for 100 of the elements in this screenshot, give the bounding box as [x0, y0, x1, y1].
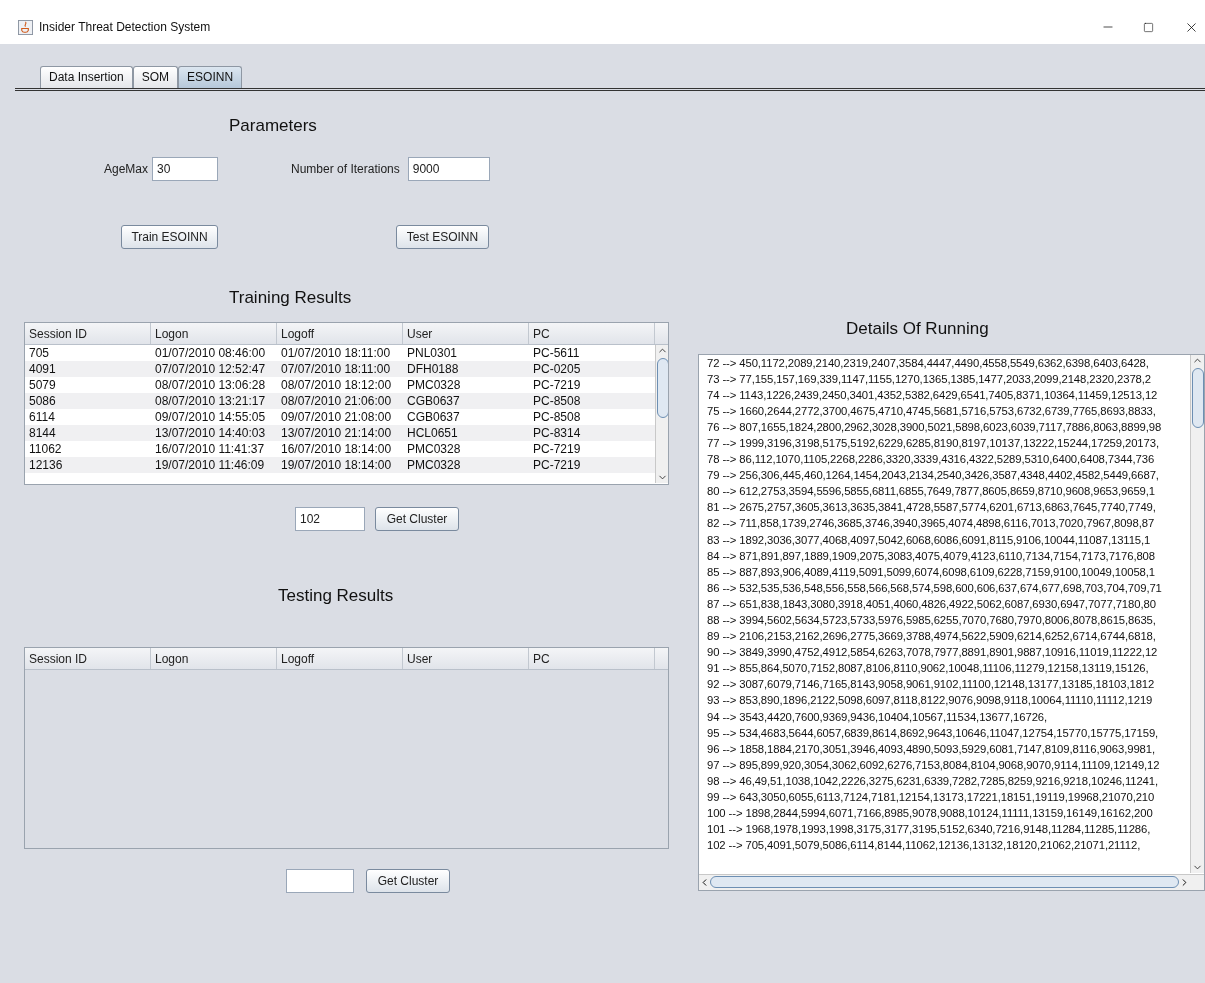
java-cup-icon	[18, 19, 33, 35]
section-heading: Details Of Running	[846, 318, 990, 340]
table-cell-text: 11062	[28, 441, 63, 457]
table-cell-text: PC-7219	[532, 377, 582, 393]
column-header[interactable]: User	[403, 647, 529, 669]
column-header[interactable]: Session ID	[25, 323, 151, 344]
log-line: 77 --> 1999,3196,3198,5175,5192,6229,6285,8190,8197,10137,13222,15244,17259,20173,	[707, 435, 1160, 451]
table-cell-text: 19/07/2010 18:14:00	[280, 457, 393, 473]
table-cell-text: 12136	[28, 457, 64, 473]
details-text-area[interactable]	[698, 353, 1205, 891]
section-heading: Training Results	[229, 286, 353, 309]
column-header[interactable]: User	[403, 323, 529, 344]
table-cell-text: PC-7219	[532, 441, 582, 457]
table-cell-text: CGB0637	[406, 393, 461, 409]
vertical-scrollbar[interactable]	[655, 345, 668, 483]
table-cell-text: 07/07/2010 12:52:47	[154, 361, 267, 377]
window-title: Insider Threat Detection System	[39, 19, 211, 36]
maximize-icon[interactable]	[1143, 21, 1154, 33]
scroll-thumb[interactable]	[656, 358, 668, 418]
log-line: 73 --> 77,155,157,169,339,1147,1155,1270,1365,1385,1477,2033,2099,2148,2320,2378,2	[707, 371, 1152, 387]
log-line: 99 --> 643,3050,6055,6113,7124,7181,12154,13173,17221,18151,19119,19968,21070,210	[707, 790, 1156, 806]
table-cell-text: 6114	[28, 409, 56, 425]
get-cluster-button[interactable]: Get Cluster	[375, 507, 459, 531]
table-cell-text: PC-5611	[532, 345, 581, 361]
column-header[interactable]: Session ID	[25, 647, 151, 669]
log-line: 78 --> 86,112,1070,1105,2268,2286,3320,3339,4316,4322,5289,5310,6400,6408,7344,736	[707, 452, 1156, 468]
column-header[interactable]: Logon	[151, 323, 277, 344]
table-cell-text: PC-7219	[532, 457, 582, 473]
get-cluster-button[interactable]: Get Cluster	[366, 868, 450, 893]
test-button[interactable]: Test ESOINN	[396, 224, 489, 249]
tab[interactable]: ESOINN	[178, 66, 243, 88]
table-cell-text: PMC0328	[406, 457, 462, 473]
log-line: 90 --> 3849,3990,4752,4912,5854,6263,7078,7977,8891,8901,9887,10916,11019,11222,12	[707, 645, 1159, 661]
cluster-field[interactable]	[286, 868, 354, 893]
column-header[interactable]: Logoff	[277, 323, 403, 344]
log-line: 80 --> 612,2753,3594,5596,5855,6811,6855,7649,7877,8605,8659,8710,9608,9653,9659,1	[707, 484, 1156, 500]
table-cell-text: PC-8508	[532, 409, 582, 425]
horizontal-scrollbar[interactable]	[699, 873, 1204, 890]
log-line: 81 --> 2675,2757,3605,3613,3635,3841,4728,5587,5774,6201,6713,6863,7645,7740,7749,	[707, 500, 1157, 516]
input-field[interactable]: 30	[152, 156, 219, 181]
table-cell-text: 07/07/2010 18:11:00	[280, 361, 392, 377]
table-cell-text: PC-8314	[532, 425, 582, 441]
log-line: 86 --> 532,535,536,548,556,558,566,568,574,598,600,606,637,674,677,698,703,704,709,71	[707, 580, 1163, 596]
table-cell-text: 16/07/2010 18:14:00	[280, 441, 393, 457]
table-cell-text: DFH0188	[406, 361, 460, 377]
table-cell-text: PMC0328	[406, 377, 462, 393]
train-button[interactable]: Train ESOINN	[121, 224, 218, 249]
log-line: 96 --> 1858,1884,2170,3051,3946,4093,4890,5093,5929,6081,7147,8109,8116,9063,9981,	[707, 741, 1156, 757]
column-header[interactable]: PC	[529, 323, 655, 344]
log-line: 94 --> 3543,4420,7600,9369,9436,10404,10567,11534,13677,16726,	[707, 709, 1049, 725]
table-cell-text: PNL0301	[406, 345, 459, 361]
table-cell-text: 16/07/2010 11:41:37	[154, 441, 266, 457]
table-cell-text: CGB0637	[406, 409, 461, 425]
table-cell-text: 5086	[28, 393, 57, 409]
table-cell-text: 19/07/2010 11:46:09	[154, 457, 266, 473]
log-line: 100 --> 1898,2844,5994,6071,7166,8985,9078,9088,10124,11111,13159,16149,16162,200	[707, 806, 1154, 822]
column-header[interactable]: Logoff	[277, 647, 403, 669]
field-label: AgeMax	[104, 160, 149, 178]
log-line: 87 --> 651,838,1843,3080,3918,4051,4060,4826,4922,5062,6087,6930,6947,7077,7180,80	[707, 596, 1157, 612]
log-line: 102 --> 705,4091,5079,5086,6114,8144,11062,12136,13132,18120,21062,21071,21112,	[707, 838, 1142, 854]
tab[interactable]: Data Insertion	[40, 66, 133, 88]
log-line: 91 --> 855,864,5070,7152,8087,8106,8110,9062,10048,11106,11279,12158,13119,15126,	[707, 661, 1150, 677]
scroll-thumb[interactable]	[710, 876, 1179, 888]
cluster-field[interactable]: 102	[295, 507, 365, 531]
table-cell-text: 08/07/2010 21:06:00	[280, 393, 393, 409]
log-line: 84 --> 871,891,897,1889,1909,2075,3083,4075,4079,4123,6110,7134,7154,7173,7176,808	[707, 548, 1156, 564]
log-line: 89 --> 2106,2153,2162,2696,2775,3669,3788,4974,5622,5909,6214,6252,6714,6744,6818,	[707, 629, 1157, 645]
log-line: 83 --> 1892,3036,3077,4068,4097,5042,6068,6086,6091,8115,9106,10044,11087,13115,1	[707, 532, 1152, 548]
table-cell-text: 08/07/2010 18:12:00	[280, 377, 393, 393]
input-field[interactable]: 9000	[407, 156, 490, 181]
scroll-thumb[interactable]	[1191, 367, 1204, 428]
table-cell-text: 13/07/2010 14:40:03	[154, 425, 267, 441]
table-cell-text: 705	[28, 345, 51, 361]
log-line: 97 --> 895,899,920,3054,3062,6092,6276,7153,8084,8104,9068,9070,9114,11109,12149,12	[707, 757, 1161, 773]
log-line: 82 --> 711,858,1739,2746,3685,3746,3940,3965,4074,4898,6116,7013,7020,7967,8098,87	[707, 516, 1156, 532]
log-line: 75 --> 1660,2644,2772,3700,4675,4710,4745,5681,5716,5753,6732,6739,7765,8693,8833,	[707, 403, 1157, 419]
log-line: 76 --> 807,1655,1824,2800,2962,3028,3900,5021,5898,6023,6039,7117,7886,8063,8899,98	[707, 419, 1163, 435]
column-header[interactable]: Logon	[151, 647, 277, 669]
table-cell-text: PC-0205	[532, 361, 582, 377]
log-line: 74 --> 1143,1226,2439,2450,3401,4352,5382,6429,6541,7405,8371,10364,11459,12513,12	[707, 387, 1159, 403]
section-heading: Parameters	[229, 115, 318, 137]
log-line: 88 --> 3994,5602,5634,5723,5733,5976,5985,6255,7070,7680,7970,8006,8078,8615,8635,	[707, 613, 1157, 628]
vertical-scrollbar[interactable]	[1190, 354, 1204, 873]
log-line: 92 --> 3087,6079,7146,7165,8143,9058,9061,9102,11100,12148,13177,13185,18103,1812	[707, 677, 1156, 693]
section-heading: Testing Results	[278, 585, 395, 607]
table-cell-text: 4091	[28, 361, 57, 377]
table-cell-text: 08/07/2010 13:06:28	[154, 377, 267, 393]
table-cell-text: 01/07/2010 18:11:00	[280, 345, 392, 361]
table-cell-text: 5079	[28, 377, 57, 393]
log-line: 93 --> 853,890,1896,2122,5098,6097,8118,8122,9076,9098,9118,10064,11110,11112,1219	[707, 693, 1154, 709]
column-header[interactable]: PC	[529, 647, 655, 669]
table-cell-text: PMC0328	[406, 441, 462, 457]
log-line: 72 --> 450,1172,2089,2140,2319,2407,3584,4447,4490,4558,5549,6362,6398,6403,6428,	[707, 355, 1150, 371]
table-cell-text: PC-8508	[532, 393, 582, 409]
table-cell-text: 01/07/2010 08:46:00	[154, 345, 267, 361]
table-cell-text: 8144	[28, 425, 57, 441]
table-cell-text: HCL0651	[406, 425, 459, 441]
tab[interactable]: SOM	[132, 66, 179, 88]
table-cell-text: 09/07/2010 14:55:05	[154, 409, 267, 425]
table-cell-text: 13/07/2010 21:14:00	[280, 425, 393, 441]
